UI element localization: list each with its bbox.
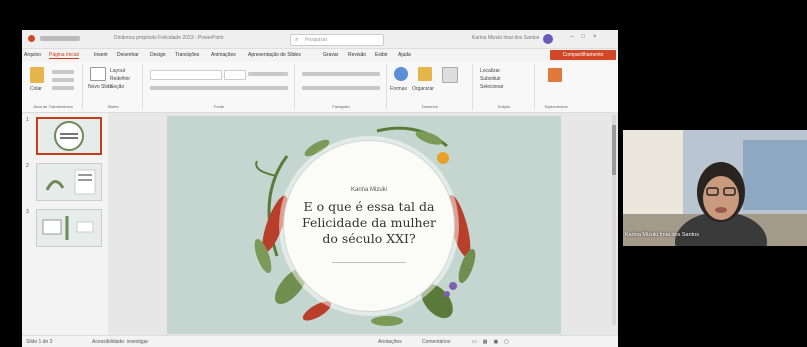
search-placeholder: Pesquisar [305, 37, 328, 43]
drawing-label: Desenho [421, 104, 438, 109]
find-button[interactable]: Localizar [480, 68, 500, 74]
slides-group: Novo Slide Layout Redefinir Seção Slides [84, 64, 143, 110]
participant-video-frame [623, 130, 807, 246]
addins-icon[interactable] [548, 68, 562, 82]
arrange-button[interactable]: Organizar [412, 86, 434, 92]
editing-label: Edição [497, 104, 511, 109]
quick-access-toolbar[interactable] [40, 36, 80, 41]
tab-apresentacao[interactable]: Apresentação de Slides [248, 52, 301, 58]
reset-button[interactable]: Redefinir [110, 76, 130, 82]
tab-desenhar[interactable]: Desenhar [117, 52, 139, 58]
slide-thumbnail-3[interactable] [36, 209, 102, 247]
slide-editing-area: Karina Mizuki E o que é essa tal da Feli… [108, 113, 618, 335]
align-buttons[interactable] [302, 86, 380, 90]
font-size-select[interactable] [224, 70, 246, 80]
search-icon: ⌕ [295, 37, 299, 43]
tab-revisao[interactable]: Revisão [348, 52, 366, 58]
tab-design[interactable]: Design [150, 52, 166, 58]
window-title: Dinâmica propósito Felicidade 2023 - Pow… [114, 35, 224, 41]
section-button[interactable]: Seção [110, 84, 124, 90]
slide-author[interactable]: Karina Mizuki [284, 187, 454, 193]
list-buttons[interactable] [302, 72, 380, 76]
paragraph-group: Parágrafo [296, 64, 387, 110]
paragraph-label: Parágrafo [332, 104, 350, 109]
slide-title[interactable]: E o que é essa tal da Felicidade da mulh… [284, 199, 454, 247]
font-group: Fonte [144, 64, 295, 110]
user-name[interactable]: Karina Mizuki Imai dos Santos [472, 35, 539, 41]
addins-label: Suplementos [544, 104, 568, 109]
current-slide[interactable]: Karina Mizuki E o que é essa tal da Feli… [167, 116, 561, 334]
slide-title-line-1: E o que é essa tal da [303, 199, 435, 214]
clipboard-group: Colar Área de Transferência [24, 64, 83, 110]
new-slide-button[interactable]: Novo Slide [88, 84, 112, 90]
notes-button[interactable]: Anotações [378, 339, 402, 345]
participant-name: Karina Mizuki Imai dos Santos [625, 232, 699, 238]
tab-inserir[interactable]: Inserir [94, 52, 108, 58]
accessibility-status[interactable]: Acessibilidade: investigar [92, 339, 148, 345]
vertical-scrollbar[interactable] [612, 115, 616, 325]
drawing-group: Formas Organizar Desenho [388, 64, 473, 110]
thumb-2-preview [45, 169, 96, 195]
status-bar: Slide 1 de 3 Acessibilidade: investigar … [22, 335, 618, 347]
slide-thumbnail-1[interactable] [36, 117, 102, 155]
new-slide-icon[interactable] [90, 67, 106, 81]
font-size-buttons[interactable] [248, 72, 288, 76]
clipboard-label: Área de Transferência [33, 104, 73, 109]
share-button[interactable]: Compartilhamento [550, 50, 616, 60]
tab-transicoes[interactable]: Transições [175, 52, 199, 58]
slide-counter: Slide 1 de 3 [26, 339, 53, 345]
thumb-1-preview [54, 121, 84, 151]
comments-button[interactable]: Comentários [422, 339, 450, 345]
addins-group: Suplementos [536, 64, 576, 110]
tab-gravar[interactable]: Gravar [323, 52, 338, 58]
tab-exibir[interactable]: Exibir [375, 52, 388, 58]
font-label: Fonte [213, 104, 225, 109]
paste-button[interactable]: Colar [30, 86, 42, 92]
shapes-button[interactable]: Formas [390, 86, 407, 92]
font-format-buttons[interactable] [150, 86, 288, 90]
title-underline [332, 262, 406, 263]
copy-button[interactable] [52, 78, 74, 82]
cut-button[interactable] [52, 70, 74, 74]
powerpoint-window: Dinâmica propósito Felicidade 2023 - Pow… [22, 30, 618, 347]
participant-video: Karina Mizuki Imai dos Santos [623, 130, 807, 246]
tab-arquivo[interactable]: Arquivo [24, 52, 41, 58]
ribbon: Colar Área de Transferência Novo Slide L… [22, 62, 618, 113]
search-box[interactable]: ⌕ Pesquisar [290, 34, 384, 46]
title-bar: Dinâmica propósito Felicidade 2023 - Pow… [22, 30, 618, 49]
replace-button[interactable]: Substituir [480, 76, 501, 82]
window-controls[interactable]: –□× [570, 34, 614, 42]
tab-ajuda[interactable]: Ajuda [398, 52, 411, 58]
paste-icon[interactable] [30, 67, 44, 83]
view-buttons[interactable]: ▭▦▣▢ [472, 339, 515, 345]
thumb-number-3: 3 [26, 209, 29, 215]
thumb-number-1: 1 [26, 117, 29, 123]
select-button[interactable]: Selecionar [480, 84, 504, 90]
title-circle: Karina Mizuki E o que é essa tal da Feli… [283, 140, 455, 312]
slide-title-line-3: do século XXI? [322, 231, 416, 246]
thumb-number-2: 2 [26, 163, 29, 169]
layout-button[interactable]: Layout [110, 68, 125, 74]
thumb-3-preview [42, 216, 94, 240]
editing-group: Localizar Substituir Selecionar Edição [474, 64, 535, 110]
tab-animacoes[interactable]: Animações [211, 52, 236, 58]
arrange-icon[interactable] [418, 67, 432, 81]
avatar[interactable] [543, 34, 553, 44]
format-painter-button[interactable] [52, 86, 74, 90]
shapes-icon[interactable] [394, 67, 408, 81]
ribbon-tabs: Arquivo Página Inicial Inserir Desenhar … [22, 49, 618, 61]
slide-thumbnail-2[interactable] [36, 163, 102, 201]
tab-pagina-inicial[interactable]: Página Inicial [49, 52, 79, 59]
scrollbar-thumb[interactable] [612, 125, 616, 175]
slide-title-line-2: Felicidade da mulher [302, 215, 436, 230]
font-name-select[interactable] [150, 70, 222, 80]
slides-label: Slides [107, 104, 119, 109]
quick-styles-icon[interactable] [442, 67, 458, 83]
autosave-icon[interactable] [28, 35, 35, 42]
slide-thumbnails-pane: 1 2 3 [22, 113, 108, 335]
